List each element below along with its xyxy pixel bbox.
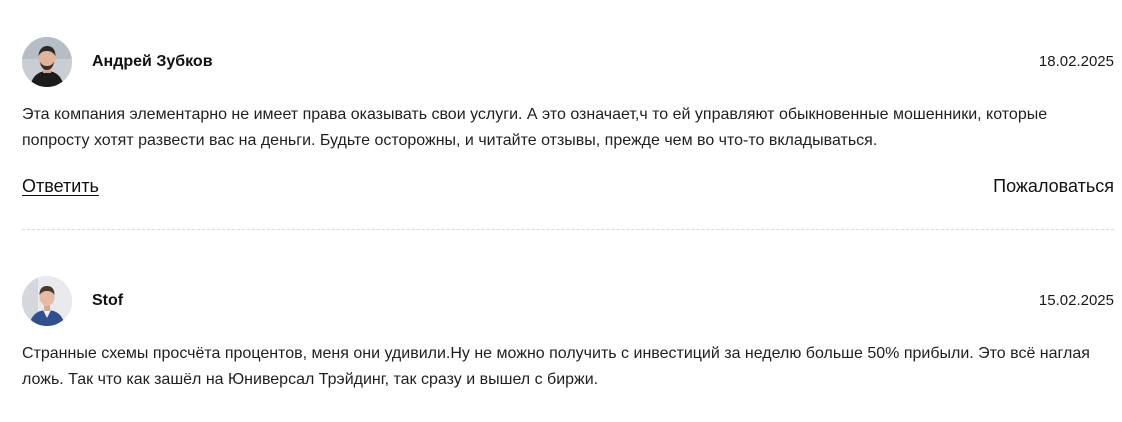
comment-date: 15.02.2025 xyxy=(1038,292,1114,309)
comment-date: 18.02.2025 xyxy=(1038,53,1114,70)
user-photo-blue-icon xyxy=(22,276,72,326)
comment-actions: Ответить Пожаловаться xyxy=(22,174,1114,198)
comment-divider xyxy=(22,229,1114,230)
comment-item: Андрей Зубков 18.02.2025 Эта компания эл… xyxy=(22,37,1114,198)
comment-text: Эта компания элементарно не имеет права … xyxy=(22,106,1048,149)
user-photo-dark-icon xyxy=(22,37,72,87)
reply-link[interactable]: Ответить xyxy=(22,174,99,198)
avatar xyxy=(22,37,72,87)
comment-author: Stof xyxy=(92,292,124,309)
comment-header: Stof 15.02.2025 xyxy=(22,276,1114,326)
comment-item: Stof 15.02.2025 Странные схемы просчёта … xyxy=(22,276,1114,393)
comment-author: Андрей Зубков xyxy=(92,53,213,70)
report-link[interactable]: Пожаловаться xyxy=(993,174,1114,198)
comments-list: Андрей Зубков 18.02.2025 Эта компания эл… xyxy=(0,0,1122,422)
comment-text: Странные схемы просчёта процентов, меня … xyxy=(22,345,1090,388)
comment-header: Андрей Зубков 18.02.2025 xyxy=(22,37,1114,87)
avatar xyxy=(22,276,72,326)
